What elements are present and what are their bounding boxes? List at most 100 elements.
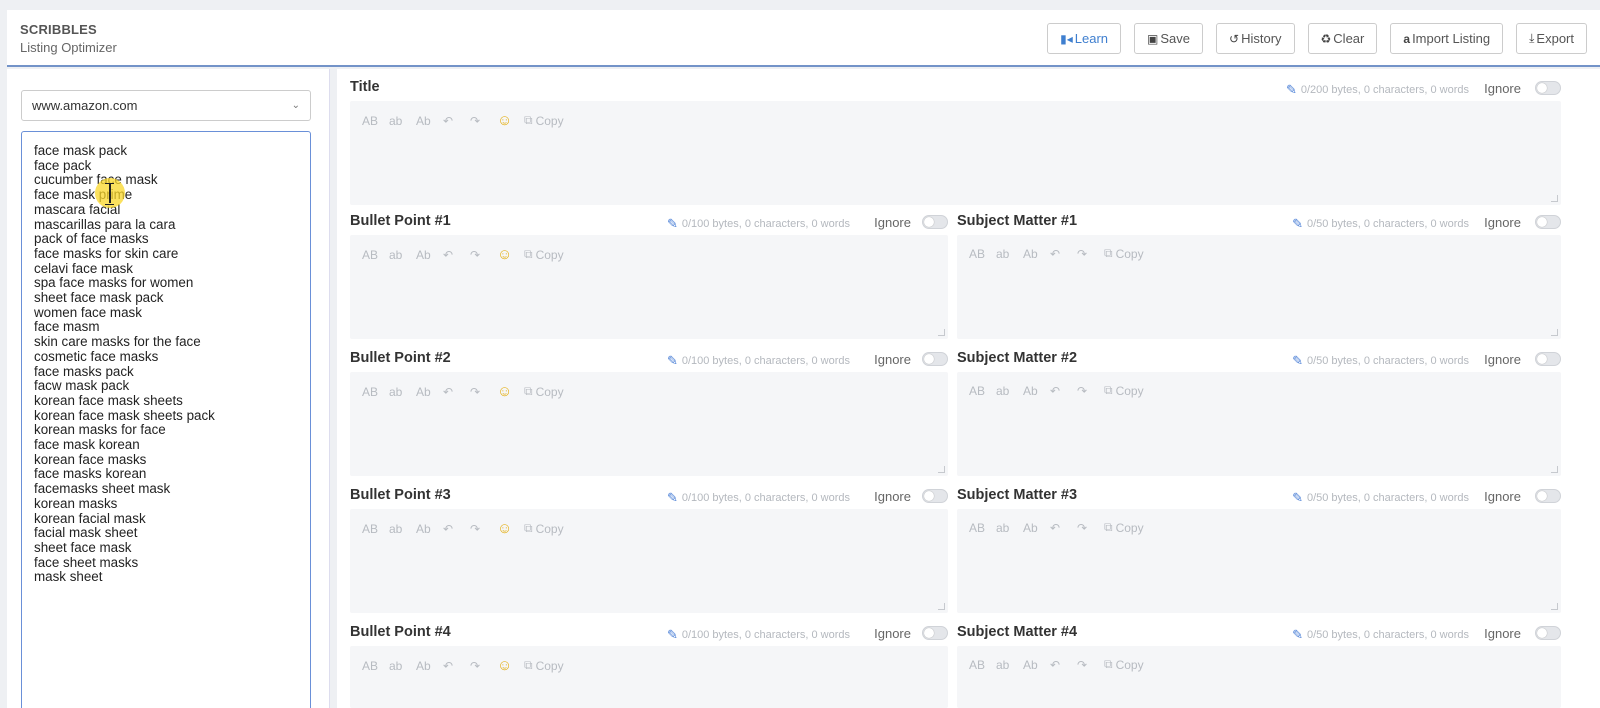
emoji-icon[interactable]: ☺ <box>497 246 524 263</box>
titlecase-button[interactable]: Ab <box>416 522 443 536</box>
titlecase-button[interactable]: Ab <box>1023 521 1050 535</box>
undo-icon[interactable]: ↶ <box>443 248 470 262</box>
field-textarea[interactable]: AB ab Ab ↶ ↷ ☺ ⧉ Copy <box>350 646 948 708</box>
resize-handle[interactable] <box>938 329 945 336</box>
undo-icon[interactable]: ↶ <box>1050 384 1077 398</box>
field-textarea[interactable]: AB ab Ab ↶ ↷ ⧉ Copy <box>957 235 1561 339</box>
ignore-toggle[interactable] <box>1535 489 1561 503</box>
field-textarea[interactable]: AB ab Ab ↶ ↷ ☺ ⧉ Copy <box>350 235 948 339</box>
redo-icon[interactable]: ↷ <box>1077 521 1104 535</box>
uppercase-button[interactable]: AB <box>969 247 996 261</box>
undo-icon[interactable]: ↶ <box>443 659 470 673</box>
undo-icon[interactable]: ↶ <box>443 114 470 128</box>
ignore-toggle[interactable] <box>1535 352 1561 366</box>
field-textarea[interactable]: AB ab Ab ↶ ↷ ☺ ⧉ Copy <box>350 509 948 613</box>
resize-handle[interactable] <box>938 603 945 610</box>
emoji-icon[interactable]: ☺ <box>497 112 524 129</box>
resize-handle[interactable] <box>1551 195 1558 202</box>
emoji-icon[interactable]: ☺ <box>497 520 524 537</box>
uppercase-button[interactable]: AB <box>969 384 996 398</box>
pencil-icon[interactable]: ✎ <box>1292 627 1303 643</box>
titlecase-button[interactable]: Ab <box>416 114 443 128</box>
keywords-textarea[interactable]: face mask pack face pack cucumber face mas… <box>21 131 311 708</box>
ignore-toggle[interactable] <box>1535 626 1561 640</box>
resize-handle[interactable] <box>938 466 945 473</box>
lowercase-button[interactable]: ab <box>996 247 1023 261</box>
pencil-icon[interactable]: ✎ <box>1292 216 1303 232</box>
redo-icon[interactable]: ↷ <box>470 522 497 536</box>
field-textarea[interactable]: AB ab Ab ↶ ↷ ⧉ Copy <box>957 509 1561 613</box>
pencil-icon[interactable]: ✎ <box>667 216 678 232</box>
uppercase-button[interactable]: AB <box>362 385 389 399</box>
lowercase-button[interactable]: ab <box>389 385 416 399</box>
lowercase-button[interactable]: ab <box>996 658 1023 672</box>
pencil-icon[interactable]: ✎ <box>667 627 678 643</box>
lowercase-button[interactable]: ab <box>389 659 416 673</box>
field-textarea[interactable]: AB ab Ab ↶ ↷ ⧉ Copy <box>957 372 1561 476</box>
titlecase-button[interactable]: Ab <box>416 248 443 262</box>
save-button[interactable]: ▣ Save <box>1134 23 1204 54</box>
ignore-toggle[interactable] <box>922 489 948 503</box>
resize-handle[interactable] <box>1551 466 1558 473</box>
field-textarea[interactable]: AB ab Ab ↶ ↷ ☺ ⧉ Copy <box>350 101 1561 205</box>
copy-button[interactable]: ⧉ Copy <box>1104 657 1144 672</box>
lowercase-button[interactable]: ab <box>996 384 1023 398</box>
pencil-icon[interactable]: ✎ <box>1292 490 1303 506</box>
ignore-toggle[interactable] <box>922 215 948 229</box>
marketplace-select[interactable]: www.amazon.com ⌄ <box>21 90 311 121</box>
ignore-toggle[interactable] <box>1535 81 1561 95</box>
ignore-toggle[interactable] <box>922 352 948 366</box>
copy-button[interactable]: ⧉ Copy <box>524 113 564 128</box>
redo-icon[interactable]: ↷ <box>1077 247 1104 261</box>
undo-icon[interactable]: ↶ <box>443 522 470 536</box>
pencil-icon[interactable]: ✎ <box>667 353 678 369</box>
redo-icon[interactable]: ↷ <box>470 385 497 399</box>
pencil-icon[interactable]: ✎ <box>1292 353 1303 369</box>
titlecase-button[interactable]: Ab <box>1023 384 1050 398</box>
copy-button[interactable]: ⧉ Copy <box>1104 520 1144 535</box>
undo-icon[interactable]: ↶ <box>1050 247 1077 261</box>
ignore-toggle[interactable] <box>1535 215 1561 229</box>
export-button[interactable]: ⤓ Export <box>1516 23 1587 54</box>
copy-button[interactable]: ⧉ Copy <box>1104 246 1144 261</box>
redo-icon[interactable]: ↷ <box>470 248 497 262</box>
field-textarea[interactable]: AB ab Ab ↶ ↷ ☺ ⧉ Copy <box>350 372 948 476</box>
titlecase-button[interactable]: Ab <box>416 385 443 399</box>
undo-icon[interactable]: ↶ <box>1050 521 1077 535</box>
uppercase-button[interactable]: AB <box>362 522 389 536</box>
uppercase-button[interactable]: AB <box>362 659 389 673</box>
copy-button[interactable]: ⧉ Copy <box>524 521 564 536</box>
uppercase-button[interactable]: AB <box>362 248 389 262</box>
emoji-icon[interactable]: ☺ <box>497 657 524 674</box>
titlecase-button[interactable]: Ab <box>416 659 443 673</box>
lowercase-button[interactable]: ab <box>389 248 416 262</box>
copy-button[interactable]: ⧉ Copy <box>524 247 564 262</box>
learn-button[interactable]: ▮◂ Learn <box>1047 23 1122 54</box>
copy-button[interactable]: ⧉ Copy <box>524 384 564 399</box>
lowercase-button[interactable]: ab <box>389 114 416 128</box>
undo-icon[interactable]: ↶ <box>1050 658 1077 672</box>
resize-handle[interactable] <box>1551 329 1558 336</box>
titlecase-button[interactable]: Ab <box>1023 247 1050 261</box>
resize-handle[interactable] <box>1551 603 1558 610</box>
ignore-toggle[interactable] <box>922 626 948 640</box>
clear-button[interactable]: ♻ Clear <box>1307 23 1378 54</box>
titlecase-button[interactable]: Ab <box>1023 658 1050 672</box>
lowercase-button[interactable]: ab <box>996 521 1023 535</box>
redo-icon[interactable]: ↷ <box>470 114 497 128</box>
pencil-icon[interactable]: ✎ <box>667 490 678 506</box>
redo-icon[interactable]: ↷ <box>470 659 497 673</box>
undo-icon[interactable]: ↶ <box>443 385 470 399</box>
history-button[interactable]: ↺ History <box>1216 23 1295 54</box>
uppercase-button[interactable]: AB <box>969 658 996 672</box>
field-textarea[interactable]: AB ab Ab ↶ ↷ ⧉ Copy <box>957 646 1561 708</box>
emoji-icon[interactable]: ☺ <box>497 383 524 400</box>
copy-button[interactable]: ⧉ Copy <box>1104 383 1144 398</box>
pencil-icon[interactable]: ✎ <box>1286 82 1297 98</box>
redo-icon[interactable]: ↷ <box>1077 384 1104 398</box>
uppercase-button[interactable]: AB <box>969 521 996 535</box>
uppercase-button[interactable]: AB <box>362 114 389 128</box>
copy-button[interactable]: ⧉ Copy <box>524 658 564 673</box>
import-listing-button[interactable]: a Import Listing <box>1390 23 1504 54</box>
redo-icon[interactable]: ↷ <box>1077 658 1104 672</box>
